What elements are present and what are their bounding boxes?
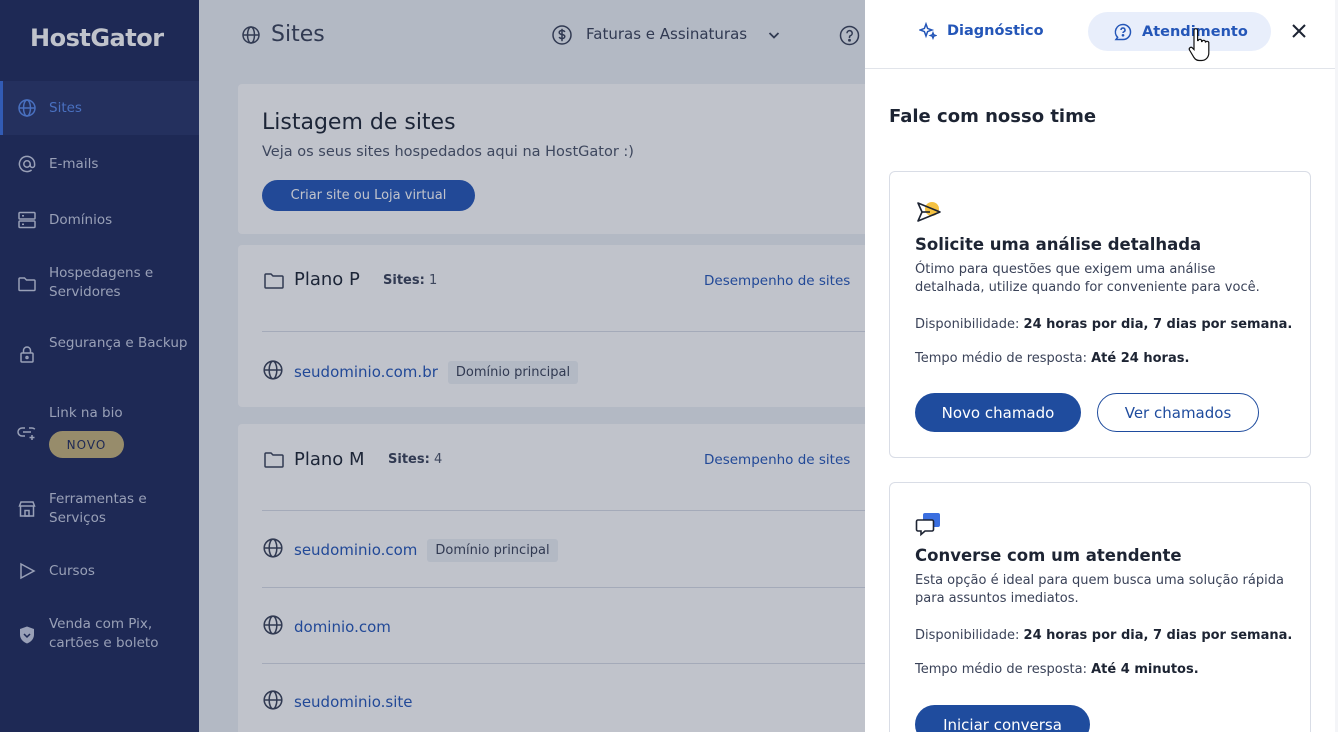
option-description: Ótimo para questões que exigem uma análi… bbox=[915, 262, 1260, 295]
availability-value: 24 horas por dia, 7 dias por semana. bbox=[1023, 317, 1293, 332]
ticket-option-card: Solicite uma análise detalhada Ótimo par… bbox=[889, 171, 1311, 458]
drawer-header: Diagnóstico Atendimento bbox=[865, 0, 1336, 69]
sparkle-icon bbox=[919, 22, 937, 40]
option-title: Converse com um atendente bbox=[915, 546, 1182, 565]
new-ticket-button[interactable]: Novo chamado bbox=[915, 393, 1081, 432]
chat-option-card: Converse com um atendente Esta opção é i… bbox=[889, 482, 1311, 732]
option-title: Solicite uma análise detalhada bbox=[915, 235, 1202, 254]
response-value: Até 4 minutos. bbox=[1091, 662, 1199, 677]
availability-value: 24 horas por dia, 7 dias por semana. bbox=[1023, 628, 1293, 643]
response-value: Até 24 horas. bbox=[1091, 351, 1190, 366]
modal-backdrop[interactable] bbox=[0, 0, 865, 732]
drawer-title: Fale com nosso time bbox=[889, 106, 1097, 127]
availability-line: Disponibilidade: 24 horas por dia, 7 dia… bbox=[915, 317, 1292, 332]
tab-diagnostico[interactable]: Diagnóstico bbox=[919, 22, 1044, 40]
availability-label: Disponibilidade: bbox=[915, 628, 1020, 643]
response-label: Tempo médio de resposta: bbox=[915, 351, 1087, 366]
close-icon bbox=[1292, 23, 1306, 38]
hand-cursor-icon bbox=[1188, 28, 1210, 62]
tab-label: Diagnóstico bbox=[947, 23, 1044, 39]
chat-help-icon bbox=[1114, 23, 1132, 40]
close-button[interactable] bbox=[1289, 22, 1309, 42]
availability-label: Disponibilidade: bbox=[915, 317, 1020, 332]
option-description: Esta opção é ideal para quem busca uma s… bbox=[915, 573, 1284, 606]
tab-atendimento[interactable]: Atendimento bbox=[1088, 12, 1271, 51]
support-drawer: Diagnóstico Atendimento Fale com nosso t… bbox=[865, 0, 1338, 732]
chat-bubbles-icon bbox=[915, 513, 940, 537]
response-time-line: Tempo médio de resposta: Até 24 horas. bbox=[915, 351, 1189, 366]
response-label: Tempo médio de resposta: bbox=[915, 662, 1087, 677]
availability-line: Disponibilidade: 24 horas por dia, 7 dia… bbox=[915, 628, 1292, 643]
response-time-line: Tempo médio de resposta: Até 4 minutos. bbox=[915, 662, 1199, 677]
start-chat-button[interactable]: Iniciar conversa bbox=[915, 705, 1090, 732]
paper-plane-icon bbox=[917, 202, 941, 222]
view-tickets-button[interactable]: Ver chamados bbox=[1097, 393, 1259, 432]
